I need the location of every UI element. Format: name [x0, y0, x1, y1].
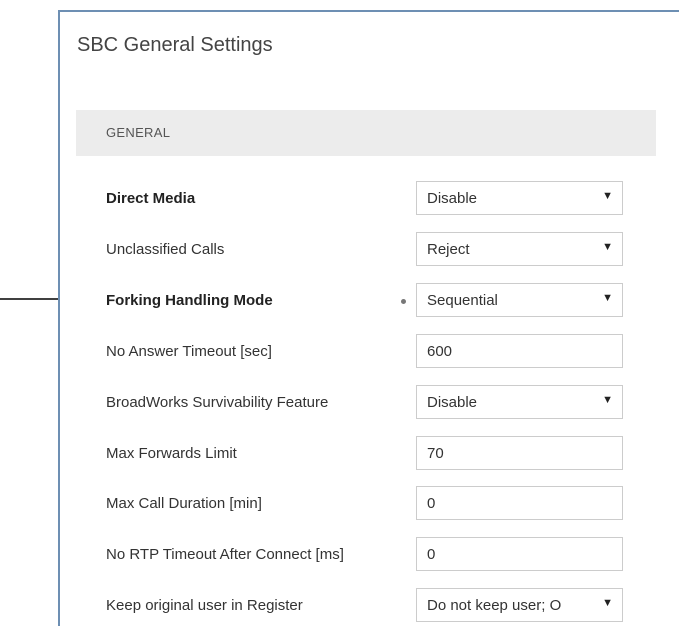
setting-label: Max Call Duration [min]	[106, 495, 262, 513]
setting-value: Do not keep user; O	[427, 597, 562, 615]
setting-value: Reject	[427, 240, 470, 258]
setting-label: BroadWorks Survivability Feature	[106, 393, 329, 411]
chevron-down-icon: ▼	[602, 240, 613, 253]
chevron-down-icon: ▼	[602, 291, 613, 304]
setting-select[interactable]: Sequential ▼	[416, 282, 623, 317]
setting-row: Forking Handling Mode Sequential ▼	[60, 282, 679, 319]
chevron-down-icon: ▼	[602, 190, 613, 202]
setting-select[interactable]: Do not keep user; O ▼	[416, 588, 623, 623]
setting-row: Direct Media Disable ▼	[60, 181, 679, 217]
setting-value: 0	[427, 546, 436, 564]
page-title: SBC General Settings	[77, 34, 273, 56]
setting-select[interactable]: Disable ▼	[416, 181, 623, 215]
setting-label: Unclassified Calls	[106, 240, 225, 258]
setting-input[interactable]: 70	[416, 435, 623, 470]
setting-value: 0	[427, 495, 436, 513]
setting-row: BroadWorks Survivability Feature Disable ▼	[60, 384, 679, 421]
chevron-down-icon: ▼	[602, 597, 613, 610]
setting-row: Keep original user in Register Do not kee…	[60, 588, 679, 624]
setting-value: Sequential	[427, 291, 498, 309]
setting-row: Max Call Duration [min] 0	[60, 486, 679, 522]
setting-value: Disable	[427, 393, 478, 411]
setting-value: 600	[427, 342, 453, 360]
setting-value: 70	[427, 444, 444, 462]
setting-input[interactable]: 0	[416, 537, 623, 572]
screenshot-canvas: SBC General Settings GENERAL Direct Medi…	[0, 0, 679, 626]
setting-value: Disable	[427, 190, 478, 207]
setting-label: Max Forwards Limit	[106, 444, 237, 462]
section-title: GENERAL	[106, 125, 171, 140]
setting-label: Keep original user in Register	[106, 597, 303, 615]
settings-panel: SBC General Settings GENERAL Direct Medi…	[58, 10, 679, 626]
chevron-down-icon: ▼	[602, 393, 613, 406]
section-header[interactable]: GENERAL	[76, 110, 656, 156]
setting-row: Unclassified Calls Reject ▼	[60, 231, 679, 268]
setting-row: No RTP Timeout After Connect [ms] 0	[60, 537, 679, 573]
setting-label: No Answer Timeout [sec]	[106, 342, 272, 360]
setting-row: Max Forwards Limit 70	[60, 435, 679, 472]
dot-icon	[401, 298, 406, 304]
setting-select[interactable]: Disable ▼	[416, 384, 623, 419]
setting-label: No RTP Timeout After Connect [ms]	[106, 546, 344, 564]
setting-select[interactable]: Reject ▼	[416, 231, 623, 266]
setting-row: No Answer Timeout [sec] 600	[60, 333, 679, 370]
setting-label: Forking Handling Mode	[106, 291, 273, 309]
setting-label: Direct Media	[106, 190, 196, 207]
setting-input[interactable]: 600	[416, 333, 623, 368]
setting-input[interactable]: 0	[416, 486, 623, 521]
